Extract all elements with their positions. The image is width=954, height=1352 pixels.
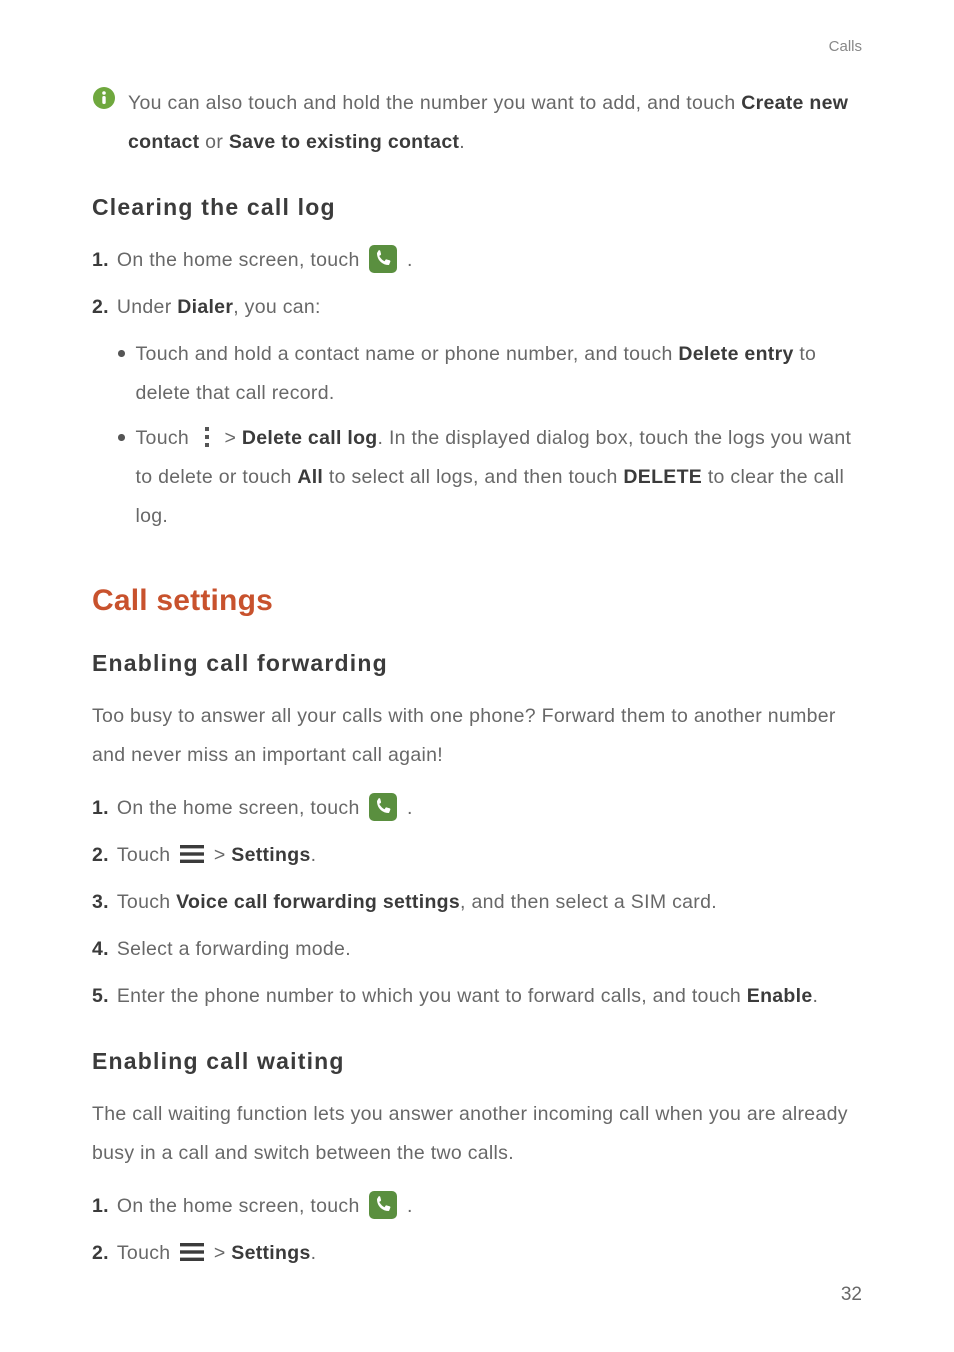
- bullet-icon: [118, 350, 125, 357]
- menu-icon: [180, 1242, 204, 1262]
- bullet-item: Touch and hold a contact name or phone n…: [118, 335, 862, 413]
- menu-icon: [180, 844, 204, 864]
- list-item: 3. Touch Voice call forwarding settings,…: [92, 883, 862, 922]
- bullet-item: Touch > Delete call log. In the displaye…: [118, 419, 862, 536]
- phone-icon: [369, 793, 397, 821]
- heading-clearing-call-log: Clearing the call log: [92, 194, 862, 221]
- waiting-intro: The call waiting function lets you answe…: [92, 1095, 862, 1173]
- list-item: 1. On the home screen, touch .: [92, 789, 862, 828]
- bullet-icon: [118, 434, 125, 441]
- clearing-steps: 1. On the home screen, touch . 2. Under …: [92, 241, 862, 536]
- waiting-steps: 1. On the home screen, touch . 2. Touch …: [92, 1187, 862, 1273]
- heading-call-forwarding: Enabling call forwarding: [92, 650, 862, 677]
- more-vertical-icon: [199, 425, 215, 449]
- list-item: 2. Touch > Settings.: [92, 1234, 862, 1273]
- list-item: 1. On the home screen, touch .: [92, 241, 862, 280]
- info-icon: [92, 86, 116, 110]
- forwarding-steps: 1. On the home screen, touch . 2. Touch …: [92, 789, 862, 1016]
- page-number: 32: [841, 1284, 862, 1306]
- info-text: You can also touch and hold the number y…: [128, 84, 862, 162]
- list-item: 2. Touch > Settings.: [92, 836, 862, 875]
- list-item: 5. Enter the phone number to which you w…: [92, 977, 862, 1016]
- list-item: 4. Select a forwarding mode.: [92, 930, 862, 969]
- header-section-label: Calls: [829, 38, 862, 55]
- list-item: 1. On the home screen, touch .: [92, 1187, 862, 1226]
- list-item: 2. Under Dialer, you can:: [92, 288, 862, 327]
- heading-call-waiting: Enabling call waiting: [92, 1048, 862, 1075]
- phone-icon: [369, 245, 397, 273]
- clearing-bullets: Touch and hold a contact name or phone n…: [118, 335, 862, 536]
- info-note: You can also touch and hold the number y…: [92, 84, 862, 162]
- phone-icon: [369, 1191, 397, 1219]
- heading-call-settings: Call settings: [92, 584, 862, 618]
- forwarding-intro: Too busy to answer all your calls with o…: [92, 697, 862, 775]
